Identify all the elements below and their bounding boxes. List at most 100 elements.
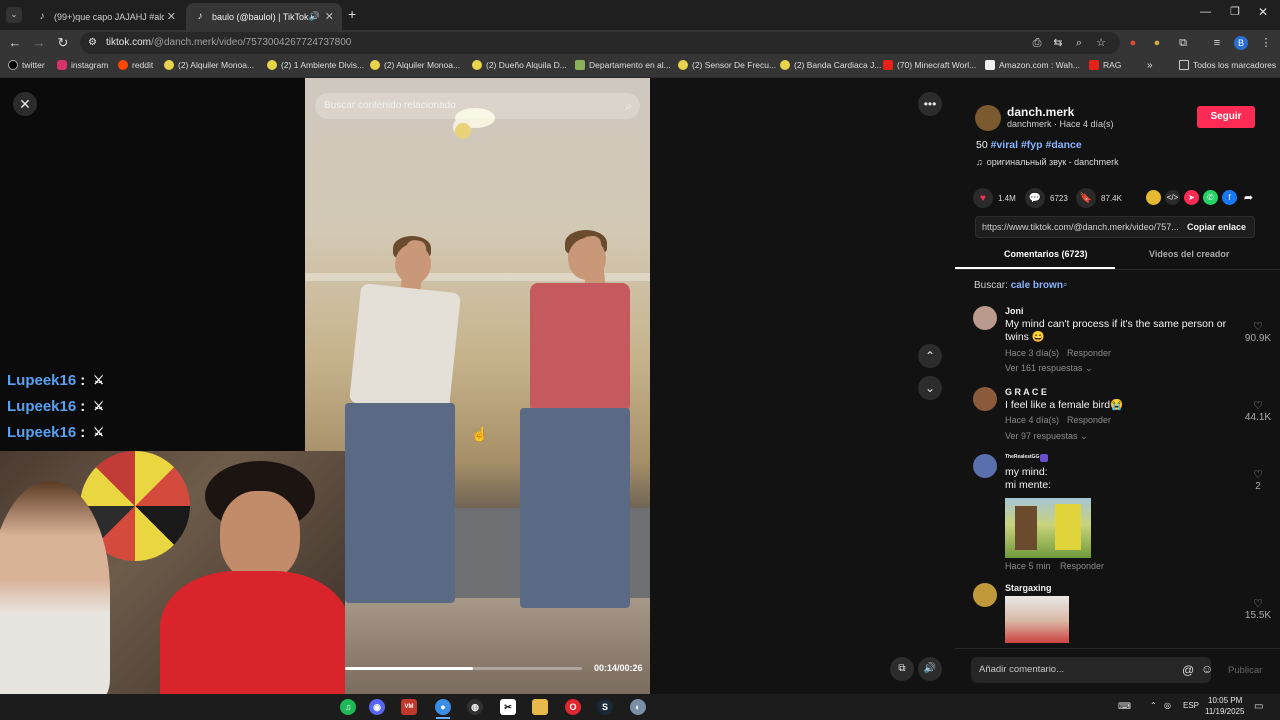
comment-avatar[interactable] xyxy=(973,387,997,411)
bookmark-star-icon[interactable]: ☆ xyxy=(1094,36,1108,50)
copy-link-button[interactable]: Copiar enlace xyxy=(1187,217,1246,237)
close-icon[interactable]: ✕ xyxy=(167,10,176,23)
chrome-icon[interactable]: ● xyxy=(435,699,451,715)
spotify-icon[interactable]: ♫ xyxy=(340,699,356,715)
volume-icon[interactable]: 🔊 xyxy=(918,657,942,681)
follow-button[interactable]: Seguir xyxy=(1197,106,1255,128)
tab-2[interactable]: ♪ baulo (@baulol) | TikTok 🔊 ✕ xyxy=(186,3,342,30)
share-arrow-icon[interactable]: ➦ xyxy=(1241,190,1256,205)
author-name[interactable]: danch.merk xyxy=(1007,105,1074,119)
copy-link-field[interactable]: https://www.tiktok.com/@danch.merk/video… xyxy=(975,216,1255,238)
comment-image[interactable] xyxy=(1005,498,1091,558)
menu-icon[interactable]: ⋮ xyxy=(1259,36,1273,50)
related-search-input[interactable]: Buscar contenido relacionado ⌕ xyxy=(315,93,640,119)
window-close-icon[interactable]: ✕ xyxy=(1258,5,1268,19)
bookmark-item[interactable]: (2) Sensor De Frecu... xyxy=(678,60,776,70)
bookmark-item[interactable]: twitter xyxy=(8,60,45,70)
site-info-icon[interactable]: ⚙ xyxy=(88,32,97,54)
clock-time[interactable]: 10:05 PM xyxy=(1208,696,1242,705)
tray-chevron-icon[interactable]: ⌃ xyxy=(1150,701,1157,710)
opera-icon[interactable]: O xyxy=(565,699,581,715)
media-icon[interactable]: ≡ xyxy=(1210,36,1224,50)
speaker-icon[interactable]: 🔊 xyxy=(309,11,320,22)
bookmark-item[interactable]: reddit xyxy=(118,60,153,70)
notification-icon[interactable]: ▭ xyxy=(1254,701,1263,712)
comment-avatar[interactable] xyxy=(973,583,997,607)
tab-comments[interactable]: Comentarios (6723) xyxy=(1004,249,1088,259)
comment-avatar[interactable] xyxy=(973,454,997,478)
video-player[interactable]: Buscar contenido relacionado ⌕ 00:14/00:… xyxy=(305,78,650,694)
reply-button[interactable]: Responder xyxy=(1067,415,1111,425)
zoom-icon[interactable]: ⌕ xyxy=(1072,36,1086,50)
emoji-icon[interactable]: ☺ xyxy=(1201,662,1213,676)
send-icon[interactable]: ➤ xyxy=(1184,190,1199,205)
reload-icon[interactable]: ↻ xyxy=(55,36,71,50)
share-yellow-icon[interactable] xyxy=(1146,190,1161,205)
view-replies[interactable]: Ver 97 respuestas ⌄ xyxy=(1005,431,1088,442)
comment-author[interactable]: Stargaxing xyxy=(1005,583,1052,593)
translate-icon[interactable]: ⇆ xyxy=(1051,36,1065,50)
network-icon[interactable]: ◎ xyxy=(1164,701,1171,710)
close-icon[interactable]: ✕ xyxy=(325,10,334,23)
comment-author[interactable]: G R A C E xyxy=(1005,387,1047,397)
bookmark-item[interactable]: (2) Banda Cardiaca J... xyxy=(780,60,881,70)
steam-icon[interactable]: S xyxy=(597,699,613,715)
reply-button[interactable]: Responder xyxy=(1060,561,1104,571)
extensions-icon[interactable]: ⧉ xyxy=(1176,36,1190,50)
more-options-icon[interactable]: ••• xyxy=(918,92,942,116)
search-term[interactable]: cale brown xyxy=(1011,280,1063,291)
comment-author[interactable]: Joni xyxy=(1005,306,1024,316)
bookmark-item[interactable]: (2) Dueño Alquila D... xyxy=(472,60,567,70)
chevron-down-icon[interactable]: ⌄ xyxy=(918,376,942,400)
comment-image[interactable] xyxy=(1005,596,1069,643)
close-video-button[interactable]: ✕ xyxy=(13,92,37,116)
tab-creator-videos[interactable]: Videos del creador xyxy=(1149,249,1229,259)
address-bar[interactable]: ⚙ tiktok.com/@danch.merk/video/757300426… xyxy=(80,32,1120,54)
bookmark-item[interactable]: RAG xyxy=(1089,60,1121,70)
comment-input[interactable]: Añadir comentario... xyxy=(971,657,1211,683)
view-replies[interactable]: Ver 161 respuestas ⌄ xyxy=(1005,363,1093,374)
comment-like[interactable]: ♡ 2 xyxy=(1240,468,1276,492)
comment-action[interactable]: 💬 6723 xyxy=(1025,188,1068,208)
back-icon[interactable]: ← xyxy=(7,36,23,50)
more-bookmarks-icon[interactable]: » xyxy=(1147,60,1153,71)
restore-icon[interactable]: ❐ xyxy=(1230,5,1240,18)
pip-icon[interactable]: ⧉ xyxy=(890,657,914,681)
capcut-icon[interactable]: ✂ xyxy=(500,699,516,715)
keyboard-icon[interactable]: ⌨ xyxy=(1118,701,1131,712)
forward-icon[interactable]: → xyxy=(31,36,47,50)
author-avatar[interactable] xyxy=(975,105,1001,131)
tab-1[interactable]: ♪ (99+)que capo JAJAHJ #alonso ✕ xyxy=(28,3,184,30)
music-row[interactable]: ♫ оригинальный звук - danchmerk xyxy=(976,157,1119,167)
bookmark-item[interactable]: (2) Alquiler Monoa... xyxy=(164,60,254,70)
profile-avatar[interactable]: B xyxy=(1234,36,1248,50)
caption-hashtags[interactable]: #viral #fyp #dance xyxy=(991,139,1082,151)
discord-icon[interactable]: ◉ xyxy=(369,699,385,715)
bookmark-item[interactable]: instagram xyxy=(57,60,108,70)
comment-like[interactable]: ♡ 90.9K xyxy=(1240,320,1276,344)
comment-like[interactable]: ♡ 15.5K xyxy=(1240,597,1276,621)
search-icon[interactable]: ⌕ xyxy=(625,93,632,119)
video-progress-bar[interactable] xyxy=(345,667,582,670)
comment-search[interactable]: Buscar: cale brown⌕ xyxy=(974,280,1067,291)
new-tab-button[interactable]: + xyxy=(348,6,356,22)
whatsapp-icon[interactable]: ✆ xyxy=(1203,190,1218,205)
extension-color-icon[interactable]: ● xyxy=(1150,36,1164,50)
facebook-icon[interactable]: f xyxy=(1222,190,1237,205)
bookmark-item[interactable]: (2) Alquiler Monoa... xyxy=(370,60,460,70)
comment-avatar[interactable] xyxy=(973,306,997,330)
reply-button[interactable]: Responder xyxy=(1067,348,1111,358)
comment-like[interactable]: ♡ 44.1K xyxy=(1240,399,1276,423)
install-icon[interactable]: ⎙ xyxy=(1030,36,1044,50)
bookmark-item[interactable]: (2) 1 Ambiente Divis... xyxy=(267,60,364,70)
minimize-icon[interactable]: — xyxy=(1200,6,1211,18)
obs-icon[interactable]: ◍ xyxy=(467,699,483,715)
save-action[interactable]: 🔖 87.4K xyxy=(1076,188,1122,208)
bookmark-item[interactable]: Departamento en al... xyxy=(575,60,671,70)
language-indicator[interactable]: ESP xyxy=(1183,701,1199,710)
clock-date[interactable]: 11/19/2025 xyxy=(1205,707,1244,716)
comment-author[interactable]: TheRealestGG xyxy=(1005,454,1039,460)
app-icon[interactable]: ◐ xyxy=(630,699,646,715)
all-bookmarks[interactable]: Todos los marcadores xyxy=(1179,60,1276,70)
tab-search-icon[interactable]: ⌄ xyxy=(6,7,22,23)
